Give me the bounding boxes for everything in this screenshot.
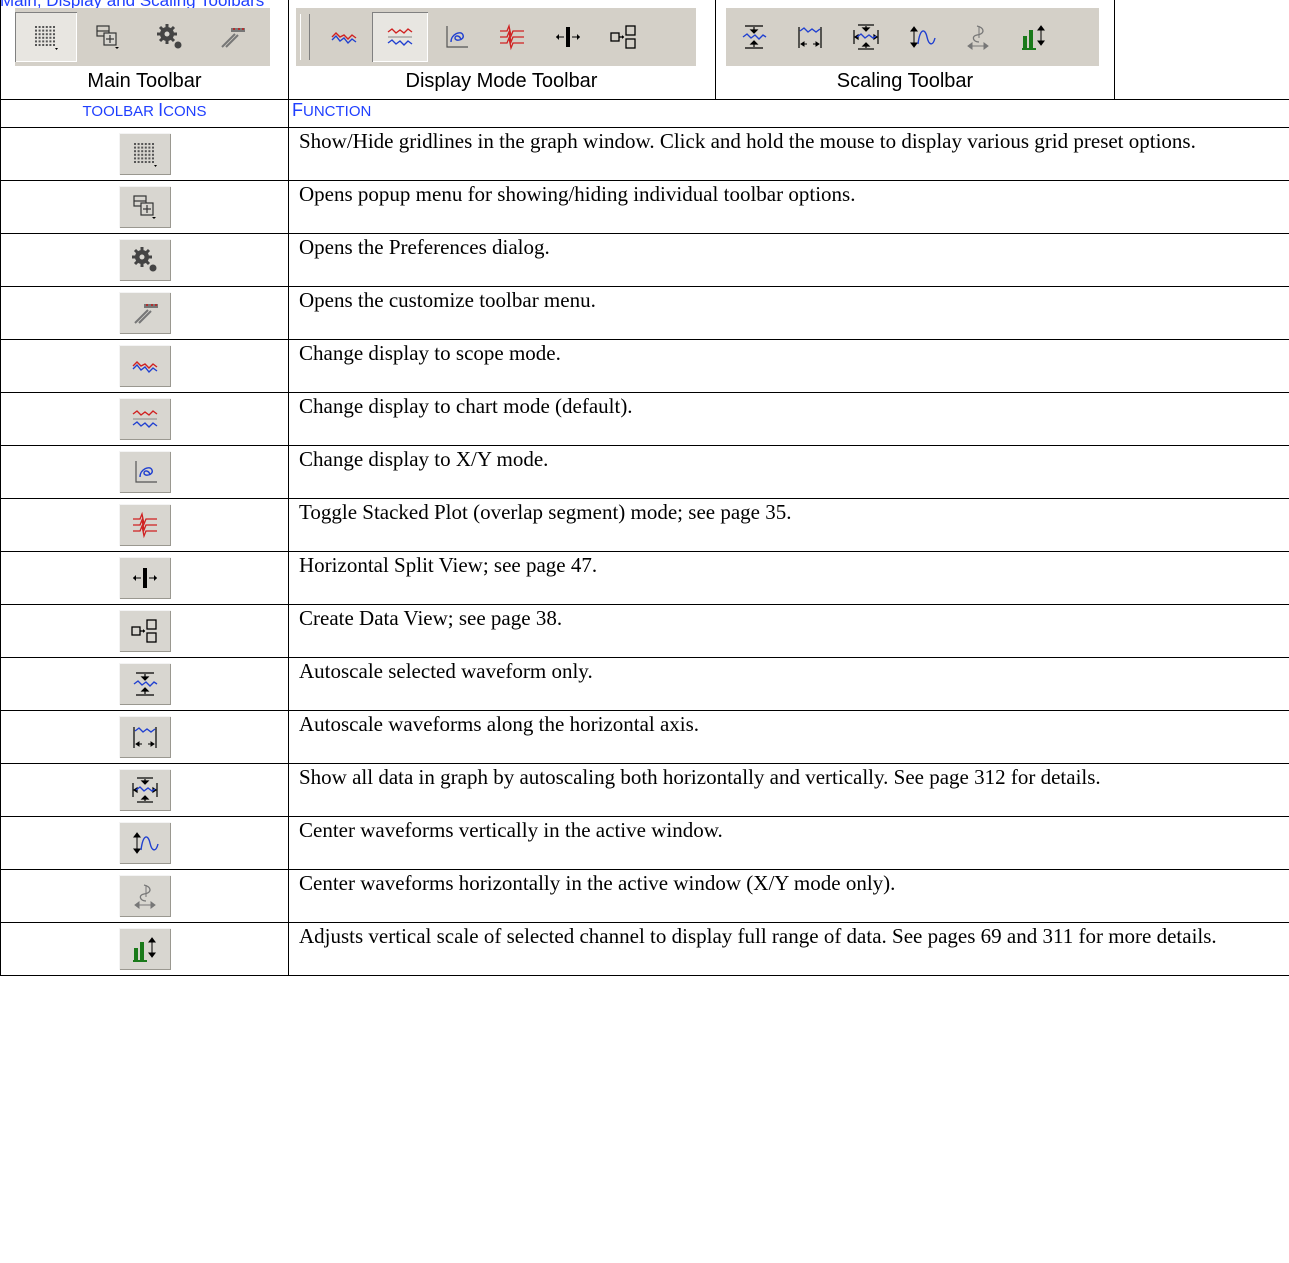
- preferences-gear-icon[interactable]: [139, 12, 201, 62]
- table-header-row: TOOLBAR ICONS FUNCTION: [0, 99, 1289, 128]
- horizontal-split-icon: [118, 557, 171, 599]
- main-toolbar-label: Main Toolbar: [87, 70, 202, 92]
- function-description: Center waveforms horizontally in the act…: [288, 869, 1289, 923]
- icon-cell: [0, 551, 289, 605]
- xy-mode-icon: [118, 451, 171, 493]
- table-row: Adjusts vertical scale of selected chann…: [0, 922, 1289, 976]
- table-row: Opens the customize toolbar menu.: [0, 286, 1289, 340]
- autoscale-selected-icon: [118, 663, 171, 705]
- adjust-vertical-scale-icon[interactable]: [1006, 12, 1062, 62]
- icon-cell: [0, 869, 289, 923]
- icon-cell: [0, 657, 289, 711]
- icon-cell: [0, 763, 289, 817]
- scaling-toolbar: [726, 8, 1099, 66]
- center-horizontal-icon: [118, 875, 171, 917]
- create-data-view-icon[interactable]: [596, 12, 652, 62]
- table-row: Opens popup menu for showing/hiding indi…: [0, 180, 1289, 234]
- toolbar-panel: Main Toolbar Display Mode Toolbar Scalin…: [0, 0, 1120, 99]
- function-description: Opens the Preferences dialog.: [288, 233, 1289, 287]
- adjust-vertical-scale-icon: [118, 928, 171, 970]
- icon-cell: [0, 180, 289, 234]
- header-toolbar-icons: TOOLBAR ICONS: [0, 99, 289, 128]
- chart-mode-icon[interactable]: [372, 12, 428, 62]
- icon-cell: [0, 286, 289, 340]
- function-description: Horizontal Split View; see page 47.: [288, 551, 1289, 605]
- grid-icon: [118, 133, 171, 175]
- scope-mode-icon: [118, 345, 171, 387]
- scaling-toolbar-label: Scaling Toolbar: [836, 70, 974, 92]
- function-description: Change display to chart mode (default).: [288, 392, 1289, 446]
- function-description: Show all data in graph by autoscaling bo…: [288, 763, 1289, 817]
- table-row: Horizontal Split View; see page 47.: [0, 551, 1289, 605]
- function-description: Center waveforms vertically in the activ…: [288, 816, 1289, 870]
- table-row: Autoscale waveforms along the horizontal…: [0, 710, 1289, 764]
- table-row: Toggle Stacked Plot (overlap segment) mo…: [0, 498, 1289, 552]
- autoscale-all-icon: [118, 769, 171, 811]
- table-row: Create Data View; see page 38.: [0, 604, 1289, 658]
- function-description: Show/Hide gridlines in the graph window.…: [288, 127, 1289, 181]
- icon-cell: [0, 498, 289, 552]
- function-description: Create Data View; see page 38.: [288, 604, 1289, 658]
- stacked-plot-icon: [118, 504, 171, 546]
- stacked-plot-icon[interactable]: [484, 12, 540, 62]
- table-row: Opens the Preferences dialog.: [0, 233, 1289, 287]
- function-description: Adjusts vertical scale of selected chann…: [288, 922, 1289, 976]
- icon-cell: [0, 392, 289, 446]
- function-description: Toggle Stacked Plot (overlap segment) mo…: [288, 498, 1289, 552]
- table-row: Center waveforms vertically in the activ…: [0, 816, 1289, 870]
- center-vertical-icon[interactable]: [894, 12, 950, 62]
- icon-cell: [0, 127, 289, 181]
- scaling-toolbar-box: Scaling Toolbar: [716, 0, 1115, 99]
- autoscale-all-icon[interactable]: [838, 12, 894, 62]
- toolbar-grip[interactable]: [300, 14, 310, 60]
- toolbar-options-icon[interactable]: [77, 12, 139, 62]
- table-row: Change display to X/Y mode.: [0, 445, 1289, 499]
- function-description: Change display to X/Y mode.: [288, 445, 1289, 499]
- table-row: Change display to chart mode (default).: [0, 392, 1289, 446]
- icon-cell: [0, 233, 289, 287]
- autoscale-selected-icon[interactable]: [726, 12, 782, 62]
- autoscale-horizontal-icon[interactable]: [782, 12, 838, 62]
- table-row: Show all data in graph by autoscaling bo…: [0, 763, 1289, 817]
- icon-cell: [0, 710, 289, 764]
- icon-cell: [0, 922, 289, 976]
- toolbar-options-icon: [118, 186, 171, 228]
- icon-cell: [0, 816, 289, 870]
- icon-cell: [0, 604, 289, 658]
- create-data-view-icon: [118, 610, 171, 652]
- table-row: Autoscale selected waveform only.: [0, 657, 1289, 711]
- scope-mode-icon[interactable]: [316, 12, 372, 62]
- header-function: FUNCTION: [288, 99, 1289, 128]
- customize-toolbar-icon[interactable]: [201, 12, 263, 62]
- icon-cell: [0, 339, 289, 393]
- table-row: Show/Hide gridlines in the graph window.…: [0, 127, 1289, 181]
- main-toolbar: [15, 8, 270, 66]
- function-description: Autoscale waveforms along the horizontal…: [288, 710, 1289, 764]
- chart-mode-icon: [118, 398, 171, 440]
- grid-icon[interactable]: [15, 12, 77, 62]
- horizontal-split-icon[interactable]: [540, 12, 596, 62]
- icon-cell: [0, 445, 289, 499]
- toolbar-icons-table: TOOLBAR ICONS FUNCTION Show/Hide gridlin…: [0, 99, 1289, 976]
- xy-mode-icon[interactable]: [428, 12, 484, 62]
- function-description: Opens the customize toolbar menu.: [288, 286, 1289, 340]
- display-mode-toolbar-label: Display Mode Toolbar: [405, 70, 598, 92]
- table-row: Center waveforms horizontally in the act…: [0, 869, 1289, 923]
- preferences-gear-icon: [118, 239, 171, 281]
- autoscale-horizontal-icon: [118, 716, 171, 758]
- center-vertical-icon: [118, 822, 171, 864]
- function-description: Autoscale selected waveform only.: [288, 657, 1289, 711]
- main-toolbar-box: Main Toolbar: [0, 0, 289, 99]
- display-mode-toolbar-box: Display Mode Toolbar: [288, 0, 716, 99]
- customize-toolbar-icon: [118, 292, 171, 334]
- function-description: Opens popup menu for showing/hiding indi…: [288, 180, 1289, 234]
- function-description: Change display to scope mode.: [288, 339, 1289, 393]
- center-horizontal-icon[interactable]: [950, 12, 1006, 62]
- display-mode-toolbar: [296, 8, 696, 66]
- table-row: Change display to scope mode.: [0, 339, 1289, 393]
